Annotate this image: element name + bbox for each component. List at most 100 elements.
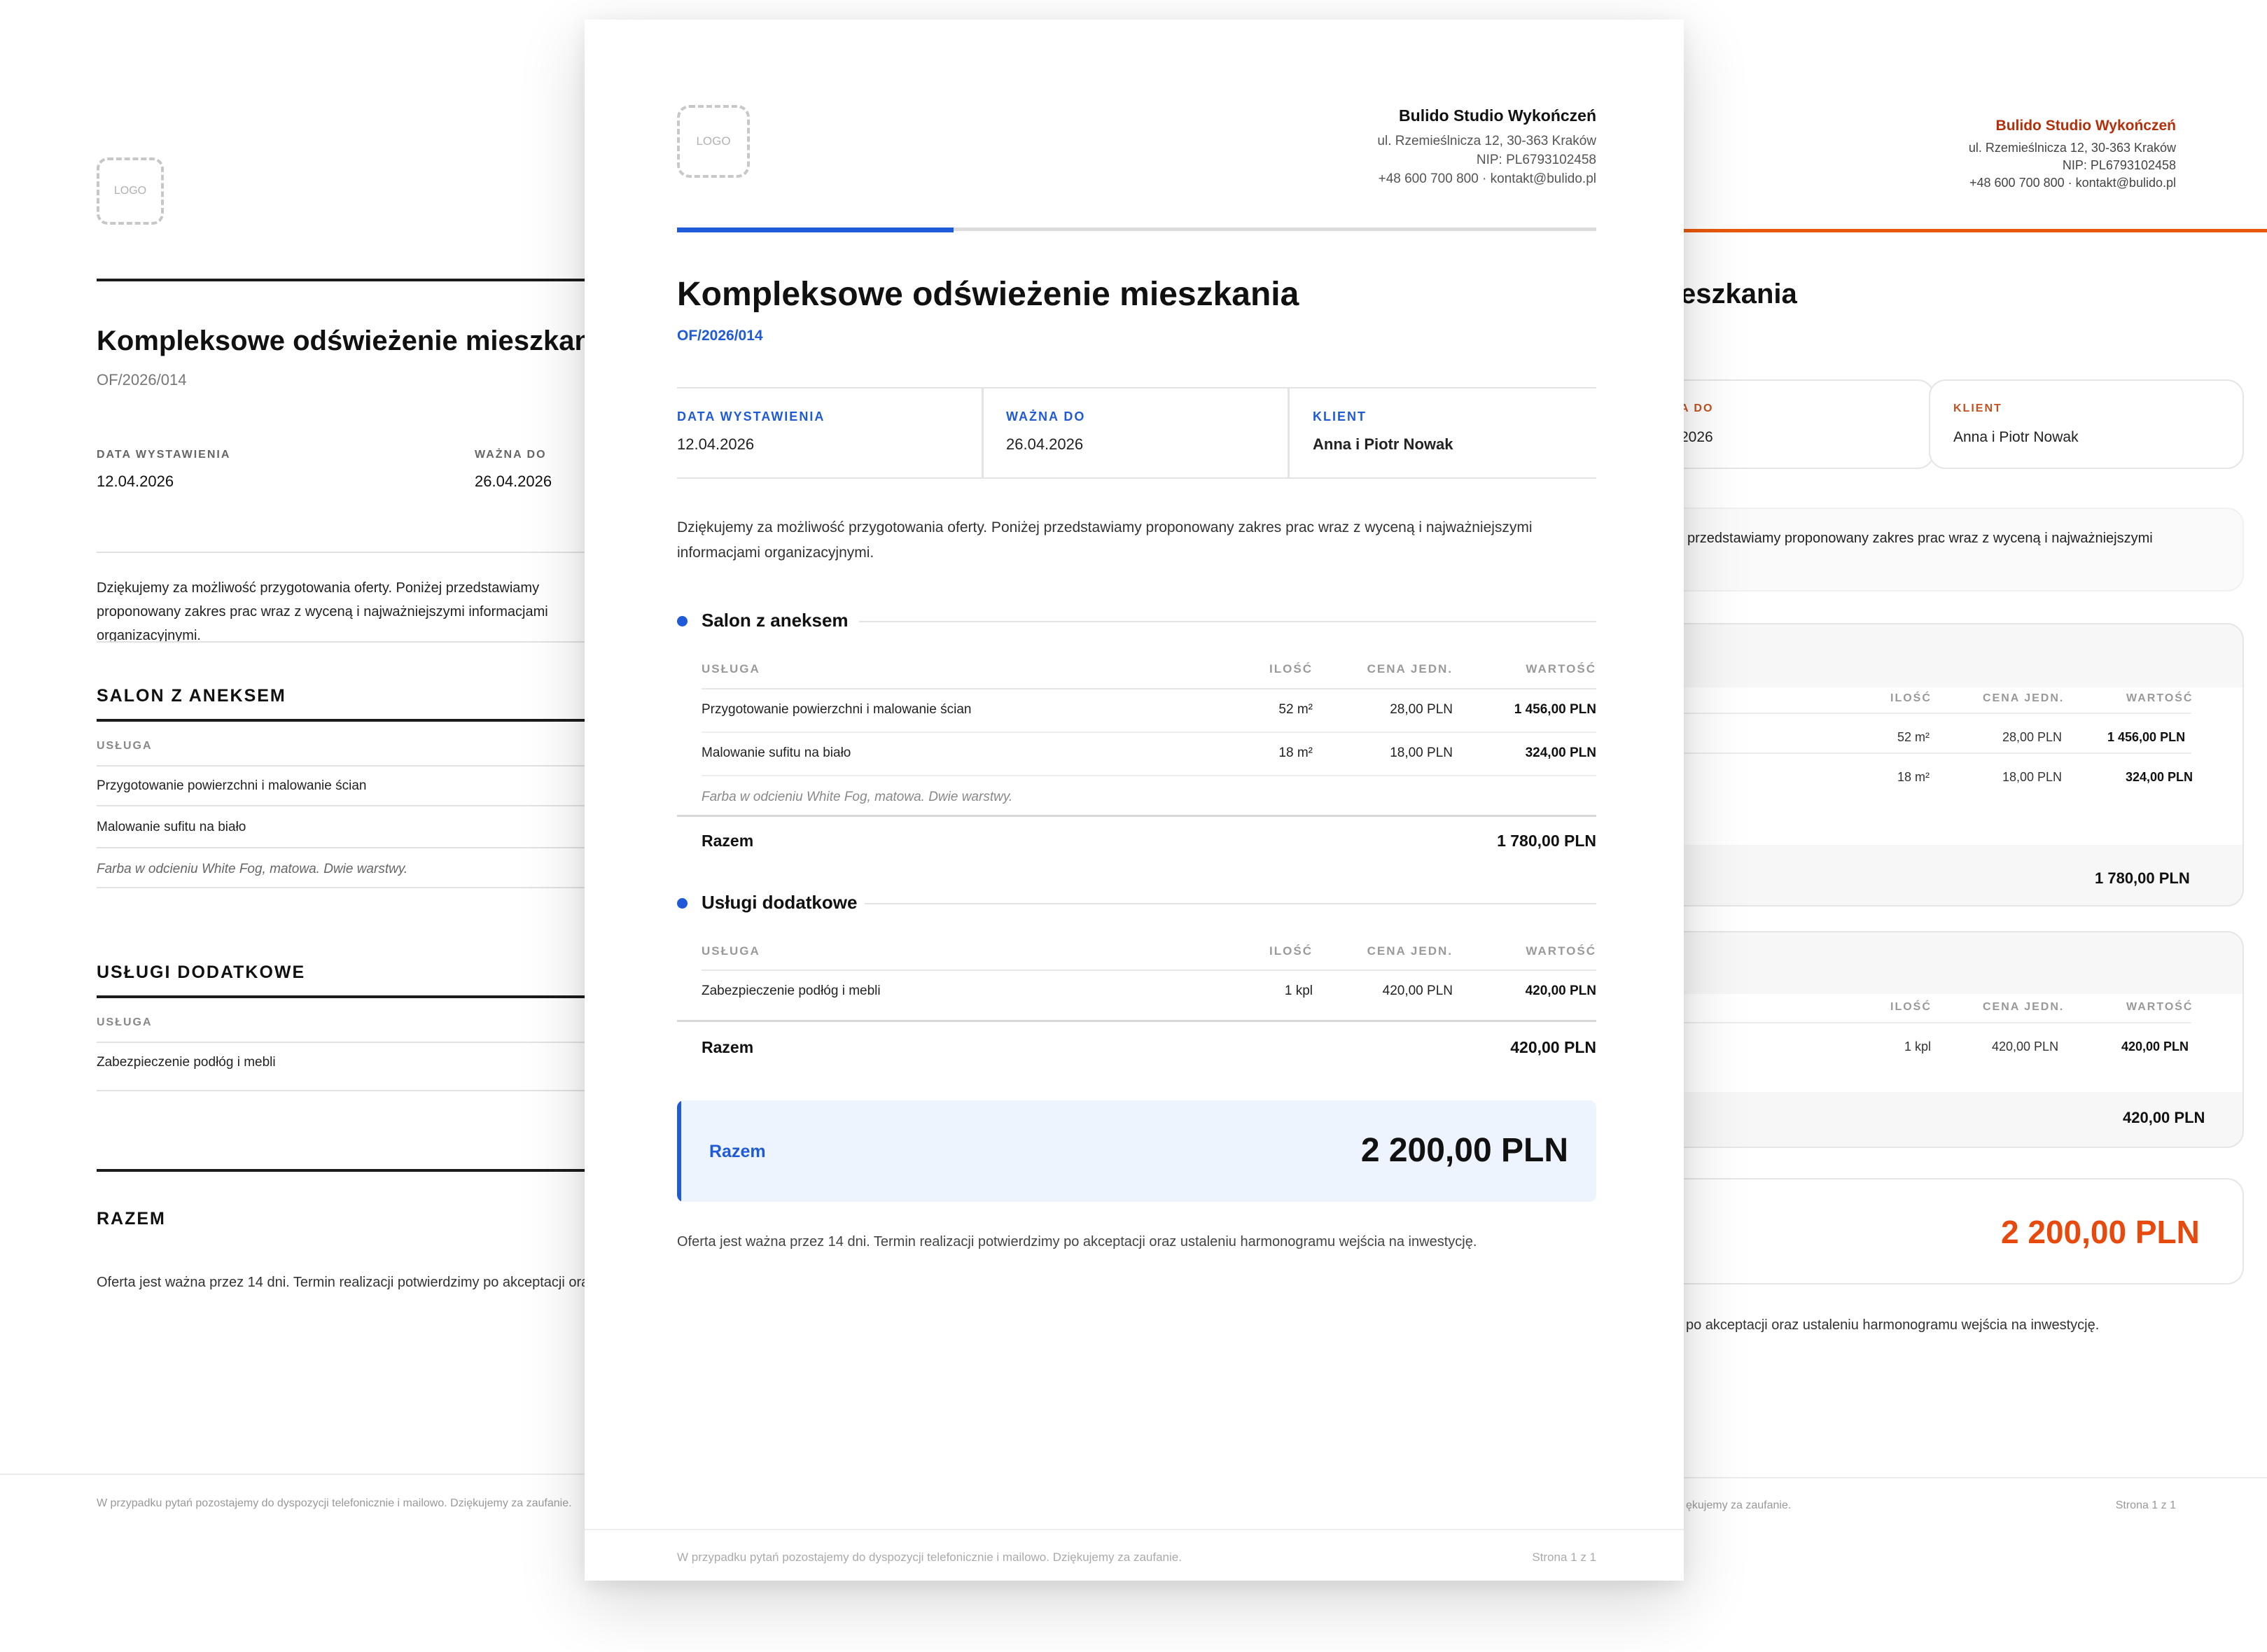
divider — [97, 847, 588, 848]
column-header-unit-price: CENA JEDN. — [1367, 944, 1453, 958]
section-title: USŁUGI DODATKOWE — [97, 962, 306, 982]
company-contact: +48 600 700 800 · kontakt@bulido.pl — [1378, 172, 1596, 186]
validity-note: po akceptacji oraz ustaleniu harmonogram… — [1686, 1317, 2100, 1333]
divider — [97, 279, 588, 281]
column-header-value: WARTOŚĆ — [2126, 1001, 2193, 1013]
divider — [702, 732, 1596, 733]
valid-until-date: 26.04.2026 — [1006, 435, 1084, 453]
divider — [97, 765, 588, 766]
company-name: Bulido Studio Wykończeń — [1995, 118, 2176, 134]
section-sum: 420,00 PLN — [2123, 1109, 2205, 1126]
table-cell-value: 1 456,00 PLN — [1514, 702, 1596, 717]
section-sum-label: Razem — [702, 832, 754, 850]
offer-intro: Dziękujemy za możliwość przygotowania of… — [97, 580, 548, 643]
section-sum-label: Razem — [702, 1038, 754, 1056]
table-row-service: Zabezpieczenie podłóg i mebli — [702, 983, 881, 998]
client-name: Anna i Piotr Nowak — [1313, 435, 1453, 453]
table-cell-qty: 1 kpl — [1904, 1040, 1932, 1054]
issue-date: 12.04.2026 — [97, 472, 174, 490]
section-title: SALON Z ANEKSEM — [97, 686, 286, 706]
column-header-value: WARTOŚĆ — [1526, 662, 1596, 676]
column-header-value: WARTOŚĆ — [2126, 692, 2193, 704]
divider — [677, 387, 1596, 388]
divider — [97, 887, 588, 888]
divider — [97, 1042, 588, 1043]
divider — [677, 815, 1596, 817]
column-header-value: WARTOŚĆ — [1526, 944, 1596, 958]
divider — [97, 552, 588, 553]
section-note: Farba w odcieniu White Fog, matowa. Dwie… — [702, 790, 1013, 804]
company-nip: NIP: PL6793102458 — [1476, 153, 1596, 167]
footer-text: W przypadku pytań pozostajemy do dyspozy… — [677, 1550, 1182, 1564]
divider — [859, 621, 1596, 622]
divider — [97, 719, 588, 722]
table-cell-unit-price: 18,00 PLN — [2002, 770, 2063, 784]
table-cell-qty: 52 m² — [1897, 730, 1930, 744]
offer-variant-classic: LOGO Kompleksowe odświeżenie mieszkania … — [0, 0, 588, 1652]
meta-card-valid — [1659, 379, 1934, 469]
divider — [702, 688, 1596, 690]
total-value: 2 200,00 PLN — [1360, 1132, 1568, 1169]
divider — [1659, 1022, 2191, 1023]
company-contact: +48 600 700 800 · kontakt@bulido.pl — [1969, 176, 2176, 190]
validity-note: Oferta jest ważna przez 14 dni. Termin r… — [677, 1234, 1477, 1250]
table-cell-qty: 1 kpl — [1284, 983, 1313, 998]
client-name: Anna i Piotr Nowak — [1953, 429, 2079, 445]
table-row: Zabezpieczenie podłóg i mebli — [97, 1055, 276, 1070]
offer-number: OF/2026/014 — [677, 328, 763, 344]
section-bullet — [677, 616, 688, 626]
column-header-unit-price: CENA JEDN. — [1983, 1001, 2065, 1013]
table-cell-qty: 18 m² — [1278, 746, 1313, 760]
section-sum: 1 780,00 PLN — [2095, 869, 2190, 887]
total-value: 2 200,00 PLN — [2001, 1214, 2200, 1250]
table-cell-value: 420,00 PLN — [1525, 983, 1596, 998]
table-row: Malowanie sufitu na biało — [97, 820, 246, 834]
offer-title: Kompleksowe odświeżenie mieszkania — [97, 326, 588, 356]
company-address: ul. Rzemieślnicza 12, 30-363 Kraków — [1968, 141, 2176, 155]
divider — [97, 805, 588, 806]
logo-placeholder: LOGO — [97, 158, 164, 225]
issue-date-label: DATA WYSTAWIENIA — [97, 449, 231, 461]
divider — [97, 995, 588, 998]
column-header-service: USŁUGA — [97, 740, 153, 752]
divider — [702, 775, 1596, 776]
divider — [97, 1169, 588, 1172]
table-cell-value: 324,00 PLN — [2126, 770, 2193, 784]
page-number: Strona 1 z 1 — [2115, 1499, 2176, 1511]
issue-date-label: DATA WYSTAWIENIA — [677, 410, 825, 424]
offer-title: eszkania — [1680, 279, 1797, 309]
table-row-service: Przygotowanie powierzchni i malowanie śc… — [702, 702, 972, 717]
divider — [1659, 752, 2191, 754]
offer-title: Kompleksowe odświeżenie mieszkania — [677, 276, 1299, 313]
column-header-qty: ILOŚĆ — [1890, 692, 1932, 704]
logo-placeholder: LOGO — [677, 105, 750, 178]
client-label: KLIENT — [1313, 410, 1367, 424]
footer-divider — [585, 1529, 1684, 1530]
page-number: Strona 1 z 1 — [1532, 1550, 1596, 1564]
column-header-qty: ILOŚĆ — [1269, 662, 1313, 676]
table-cell-unit-price: 28,00 PLN — [2002, 730, 2063, 744]
table-cell-qty: 18 m² — [1897, 770, 1930, 784]
company-address: ul. Rzemieślnicza 12, 30-363 Kraków — [1377, 134, 1596, 148]
company-nip: NIP: PL6793102458 — [2062, 158, 2176, 172]
offer-variant-modern: LOGO Bulido Studio Wykończeń ul. Rzemieś… — [585, 20, 1684, 1581]
footer-text: W przypadku pytań pozostajemy do dyspozy… — [97, 1497, 572, 1509]
divider — [982, 387, 984, 478]
footer-divider — [0, 1474, 588, 1475]
section-sum: 420,00 PLN — [1510, 1038, 1596, 1056]
footer-divider — [1659, 1477, 2267, 1478]
table-cell-unit-price: 18,00 PLN — [1390, 746, 1453, 760]
valid-until-date: 26.04.2026 — [475, 472, 552, 490]
table-cell-value: 324,00 PLN — [1525, 746, 1596, 760]
section-card — [1659, 623, 2244, 906]
table-row: Przygotowanie powierzchni i malowanie śc… — [97, 778, 367, 793]
total-label: Razem — [709, 1142, 766, 1161]
table-row-service: Malowanie sufitu na biało — [702, 746, 851, 760]
company-name: Bulido Studio Wykończeń — [1399, 106, 1596, 125]
divider — [1659, 713, 2191, 714]
offer-intro: Dziękujemy za możliwość przygotowania of… — [677, 519, 1533, 561]
table-cell-unit-price: 420,00 PLN — [1992, 1040, 2059, 1054]
divider — [702, 969, 1596, 971]
section-title: Usługi dodatkowe — [702, 892, 858, 913]
column-header-service: USŁUGA — [702, 944, 760, 958]
